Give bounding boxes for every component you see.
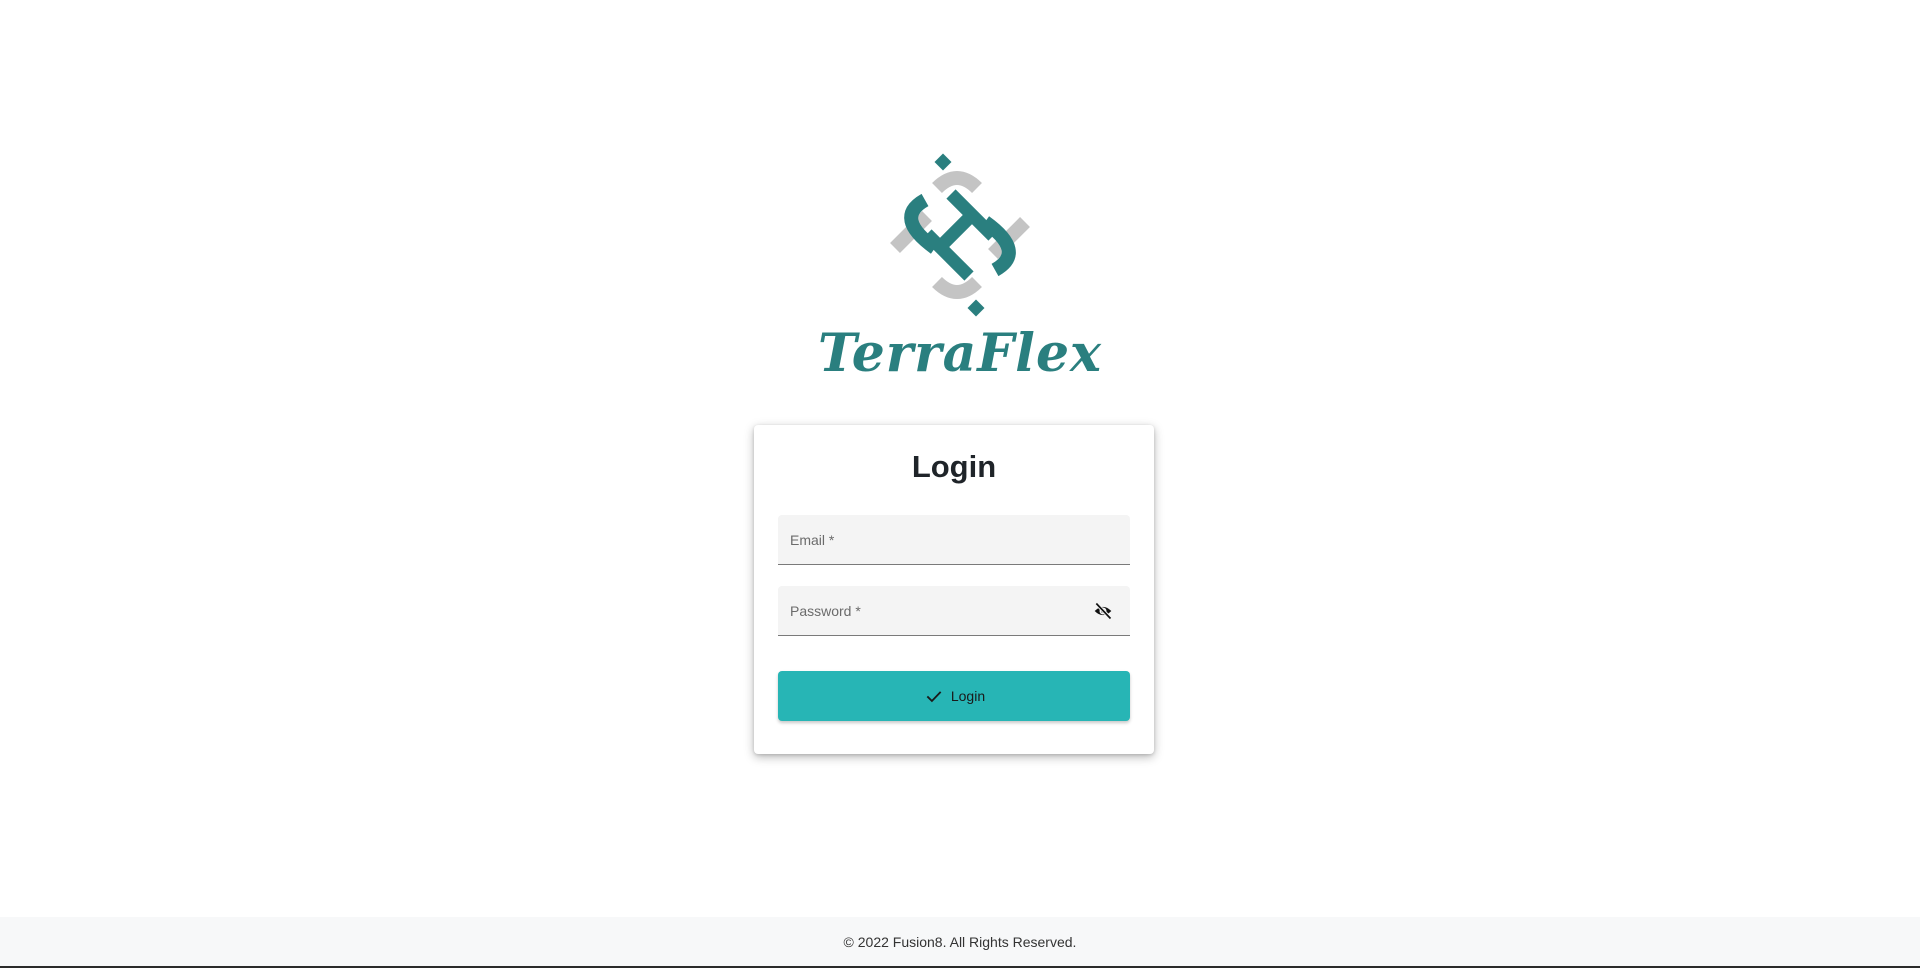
- email-input[interactable]: [778, 515, 1130, 564]
- copyright-text: © 2022 Fusion8. All Rights Reserved.: [843, 933, 1077, 950]
- login-page: TerraFlex Login Login © 2022 Fusion8. Al…: [0, 0, 1920, 970]
- terraflex-logo-icon: [890, 153, 1030, 317]
- login-button-label: Login: [950, 688, 986, 704]
- footer: © 2022 Fusion8. All Rights Reserved.: [0, 917, 1920, 968]
- login-card: Login Login: [754, 425, 1154, 754]
- login-button[interactable]: Login: [778, 671, 1130, 721]
- check-icon: [926, 691, 942, 703]
- password-field: [778, 586, 1130, 636]
- brand-block: TerraFlex: [0, 150, 1920, 380]
- eye-off-icon[interactable]: [1092, 601, 1114, 621]
- email-field: [778, 515, 1130, 565]
- password-input[interactable]: [778, 586, 1130, 635]
- brand-wordmark: TerraFlex: [817, 323, 1103, 384]
- login-title: Login: [911, 449, 997, 484]
